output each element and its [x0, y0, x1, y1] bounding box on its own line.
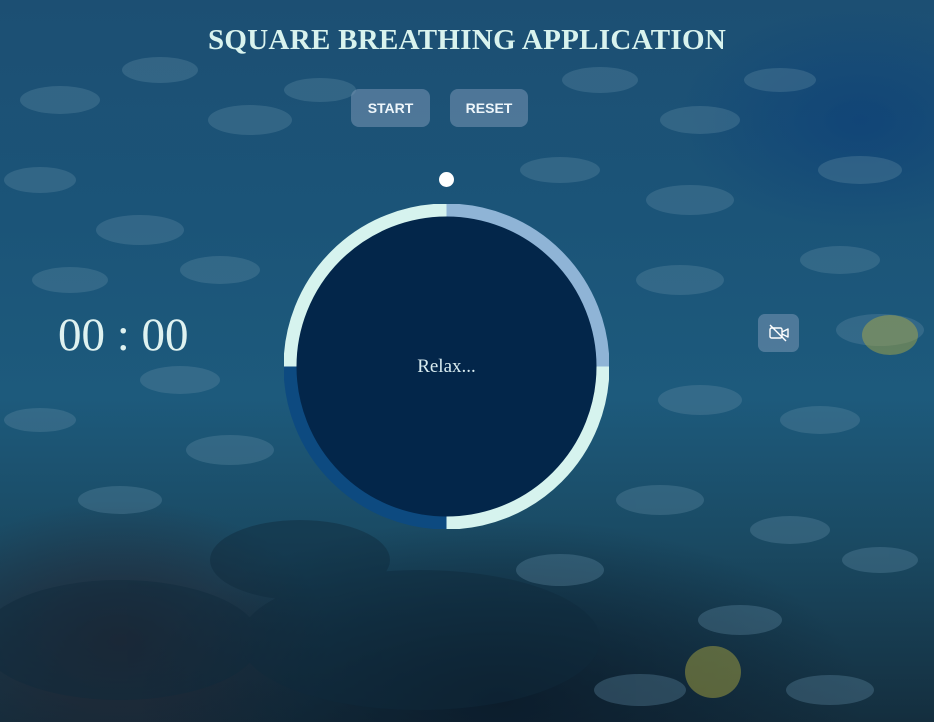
video-off-icon	[768, 324, 789, 342]
reset-button[interactable]: RESET	[450, 89, 528, 127]
breath-instruction: Relax...	[417, 356, 476, 377]
start-button[interactable]: START	[351, 89, 430, 127]
video-toggle-button[interactable]	[758, 314, 799, 352]
progress-dot	[439, 172, 454, 187]
app-title: SQUARE BREATHING APPLICATION	[207, 24, 727, 56]
countdown-timer: 00 : 00	[58, 309, 189, 361]
